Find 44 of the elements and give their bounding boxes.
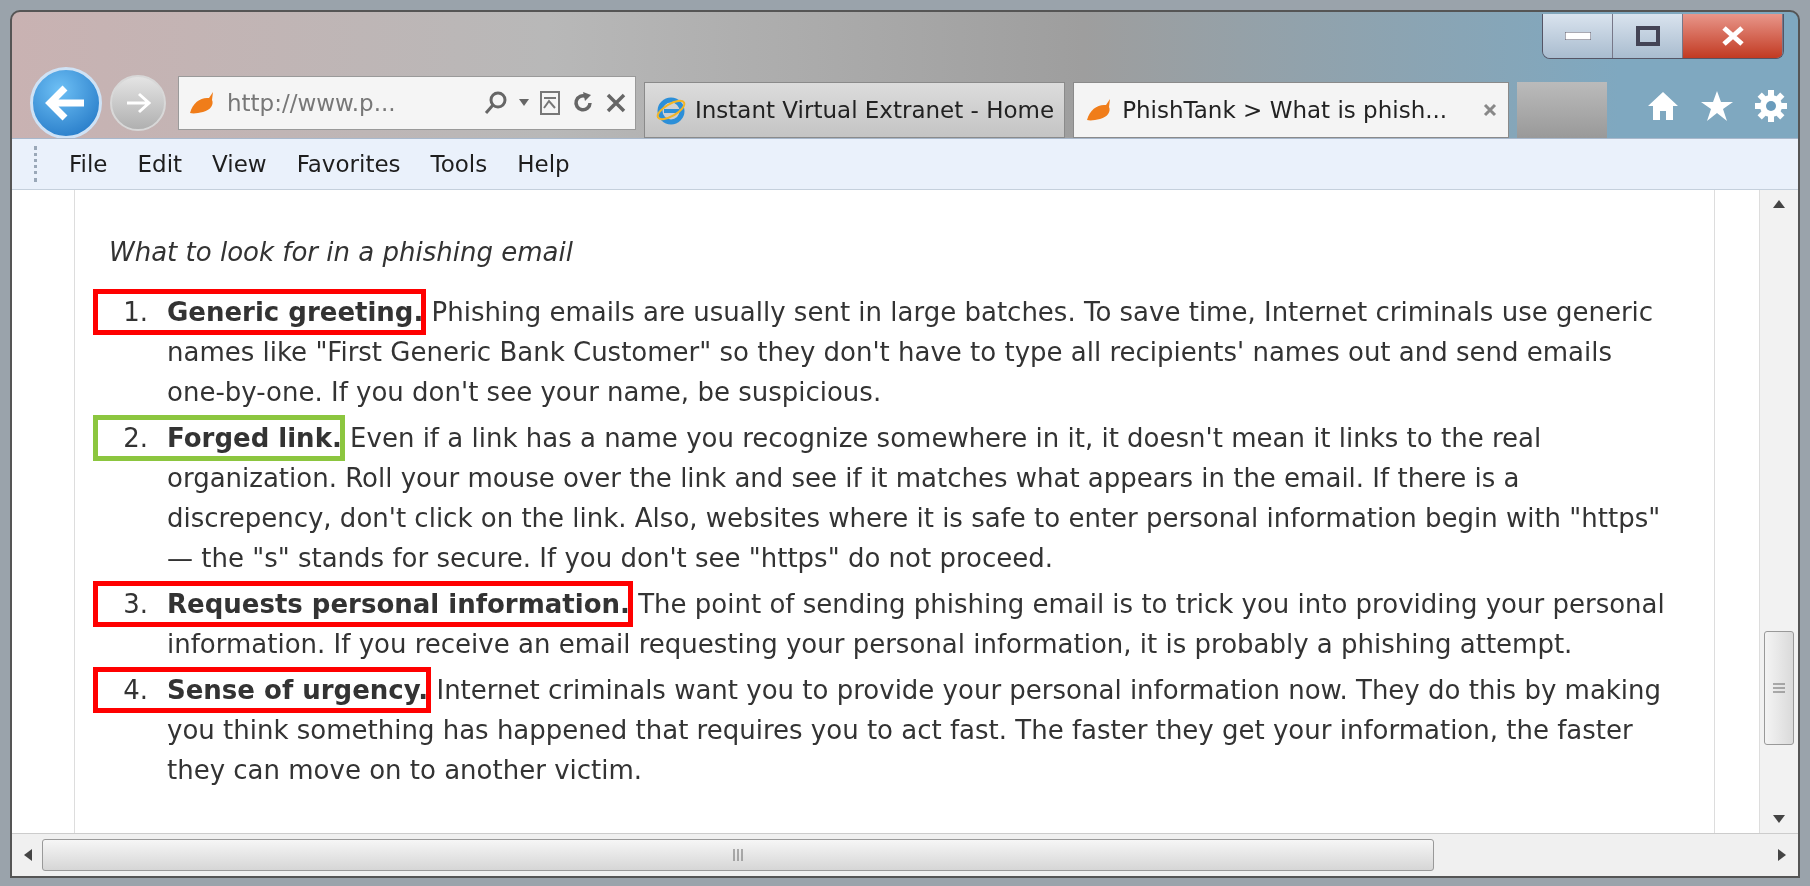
restore-icon bbox=[1635, 26, 1660, 46]
refresh-icon[interactable] bbox=[571, 91, 595, 115]
list-item-text: Sense of urgency. Internet criminals want you to provide your personal information now. They do this by making you think something has happened that requires you to act fast. The faster they get your information, the faster they can move on to another victim. bbox=[167, 674, 1663, 787]
menu-item[interactable]: Tools bbox=[430, 151, 488, 177]
menu-item[interactable]: Edit bbox=[137, 151, 183, 177]
browser-tab[interactable]: PhishTank > What is phish... bbox=[1073, 82, 1510, 138]
list-number: 3. bbox=[122, 588, 149, 621]
scroll-left-icon[interactable] bbox=[24, 849, 32, 861]
grip-icon bbox=[1773, 683, 1785, 693]
menu-item[interactable]: Favorites bbox=[296, 151, 401, 177]
address-field[interactable]: http://www.p... bbox=[178, 76, 636, 130]
close-button[interactable] bbox=[1683, 14, 1783, 58]
scroll-right-icon[interactable] bbox=[1778, 849, 1786, 861]
list-item-text: Forged link. Even if a link has a name you recognize somewhere in it, it doesn't mean it links to the real organization. Roll your mouse over the link and see if it matches what appears in the email. If there is a discrepency, don't click on the link. Also, websites where it is safe to enter personal information begin with "https" — the "s" stands for secure. If you don't see "https" do not proceed. bbox=[167, 422, 1662, 575]
scrollbar-thumb[interactable] bbox=[1764, 631, 1794, 745]
scrollbar-thumb[interactable] bbox=[42, 839, 1434, 871]
horizontal-scrollbar[interactable] bbox=[12, 833, 1798, 876]
maximize-button[interactable] bbox=[1613, 14, 1683, 58]
list-item-text: Requests personal information. The point of sending phishing email is to trick you into providing your personal information. If you receive an email requesting your personal information, it is probably a phishing attempt. bbox=[167, 588, 1666, 661]
list-number: 2. bbox=[122, 422, 149, 455]
scroll-up-icon[interactable] bbox=[1773, 200, 1785, 208]
list-item-text: Generic greeting. Phishing emails are usually sent in large batches. To save time, Internet criminals use generic names like "First Generic Bank Customer" so they don't have to type all recipients' names out and send emails one-by-one. If you don't see your name, be suspicious. bbox=[167, 296, 1655, 409]
menu-item[interactable]: File bbox=[69, 151, 108, 177]
home-icon[interactable] bbox=[1646, 90, 1680, 122]
minimize-icon bbox=[1564, 32, 1591, 40]
arrow-right-icon bbox=[124, 91, 152, 115]
section-heading: What to look for in a phishing email bbox=[109, 236, 574, 269]
settings-icon[interactable] bbox=[1754, 89, 1788, 123]
dropdown-icon[interactable] bbox=[519, 99, 529, 107]
menu-item[interactable]: Help bbox=[517, 151, 570, 177]
vertical-scrollbar[interactable] bbox=[1759, 190, 1798, 833]
scroll-down-icon[interactable] bbox=[1773, 815, 1785, 823]
arrow-left-icon bbox=[45, 85, 87, 121]
close-icon[interactable] bbox=[1482, 102, 1499, 118]
star-icon[interactable] bbox=[1700, 90, 1734, 122]
list-number: 4. bbox=[122, 674, 149, 707]
browser-tab[interactable]: Instant Virtual Extranet - Home bbox=[644, 82, 1066, 138]
forward-button[interactable] bbox=[110, 75, 166, 131]
search-icon[interactable] bbox=[483, 90, 509, 116]
compatibility-icon[interactable] bbox=[539, 90, 561, 116]
close-icon[interactable] bbox=[605, 92, 627, 114]
grip-icon bbox=[732, 849, 744, 861]
list-number: 1. bbox=[122, 296, 149, 329]
menu-item[interactable]: View bbox=[212, 151, 267, 177]
